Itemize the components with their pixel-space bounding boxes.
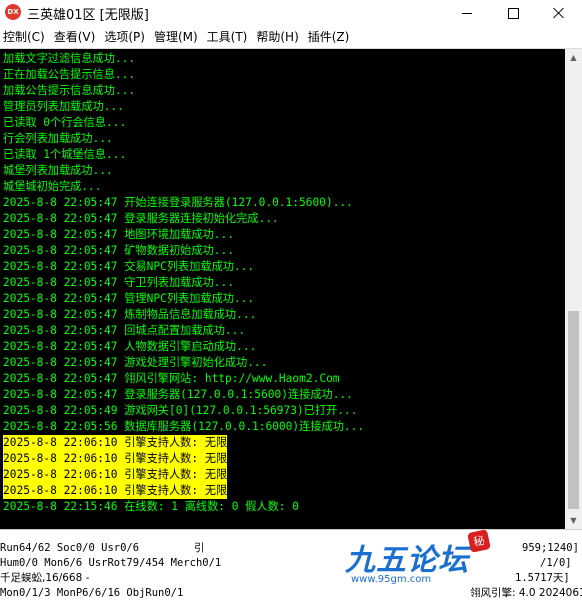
log-line: 2025-8-8 22:05:47 人物数据引擎启动成功... <box>3 340 257 353</box>
log-line-highlighted: 2025-8-8 22:06:10 引擎支持人数: 无限 <box>3 483 228 499</box>
window-title: 三英雄01区 [无限版] <box>27 8 149 23</box>
app-icon[interactable]: DX <box>5 4 21 20</box>
menu-tools[interactable]: 工具(T) <box>204 26 254 48</box>
vertical-scrollbar[interactable]: ▲ ▼ <box>565 49 582 529</box>
log-line-highlighted: 2025-8-8 22:06:10 引擎支持人数: 无限 <box>3 467 228 483</box>
menu-help[interactable]: 帮助(H) <box>253 26 304 48</box>
log-line: 加载公告提示信息成功... <box>3 84 136 97</box>
maximize-icon <box>507 7 519 19</box>
log-line: 2025-8-8 22:05:47 登录服务器(127.0.0.1:5600)连… <box>3 388 353 401</box>
log-line: 2025-8-8 22:05:47 交易NPC列表加载成功... <box>3 260 255 273</box>
status-monster-counts: Hum0/0 Mon6/6 UsrRot79/454 Merch0/1 <box>0 557 222 569</box>
maximize-button[interactable] <box>490 0 536 26</box>
menu-view[interactable]: 查看(V) <box>51 26 102 48</box>
status-run-counts: Run64/62 Soc0/0 Usr0/6 <box>0 542 140 554</box>
log-line: 管理员列表加载成功... <box>3 100 124 113</box>
title-bar: DX 三英雄01区 [无限版] <box>0 0 582 26</box>
watermark: 九五论坛 秘 www.95gm.com <box>345 529 581 595</box>
log-line: 已读取 0个行会信息... <box>3 116 127 129</box>
menu-plugins[interactable]: 插件(Z) <box>305 26 356 48</box>
log-line: 2025-8-8 22:05:47 地图环境加载成功... <box>3 228 234 241</box>
close-button[interactable] <box>536 0 582 26</box>
log-line: 2025-8-8 22:05:56 数据库服务器(127.0.0.1:6000)… <box>3 420 365 433</box>
menu-manage[interactable]: 管理(M) <box>151 26 204 48</box>
log-line: 2025-8-8 22:05:47 回城点配置加载成功... <box>3 324 246 337</box>
log-line: 加载文字过滤信息成功... <box>3 52 136 65</box>
log-line: 2025-8-8 22:05:47 管理NPC列表加载成功... <box>3 292 255 305</box>
menu-control[interactable]: 控制(C) <box>0 26 51 48</box>
status-monster-info: 千足蜈蚣,16/668 - <box>0 572 90 584</box>
watermark-logo: 九五论坛 <box>345 543 469 578</box>
minimize-icon <box>462 12 472 14</box>
log-line-highlighted: 2025-8-8 22:06:10 引擎支持人数: 无限 <box>3 451 228 467</box>
log-console[interactable]: 加载文字过滤信息成功... 正在加载公告提示信息... 加载公告提示信息成功... 管… <box>0 49 565 529</box>
menu-bar: 控制(C) 查看(V) 选项(P) 管理(M) 工具(T) 帮助(H) 插件(Z… <box>0 26 582 49</box>
watermark-url: www.95gm.com <box>351 574 432 585</box>
scroll-down-icon[interactable]: ▼ <box>565 512 582 529</box>
log-line: 2025-8-8 22:15:46 在线数: 1 离线数: 0 假人数: 0 <box>3 500 300 513</box>
log-line: 城堡城初始完成... <box>3 180 102 193</box>
log-line: 正在加载公告提示信息... <box>3 68 136 81</box>
close-icon <box>553 7 565 19</box>
log-line: 2025-8-8 22:05:47 守卫列表加载成功... <box>3 276 234 289</box>
log-line: 2025-8-8 22:05:47 登录服务器连接初始化完成... <box>3 212 279 225</box>
scroll-thumb[interactable] <box>568 311 579 509</box>
status-engine-label: 引 <box>194 542 205 554</box>
log-line: 2025-8-8 22:05:47 矿物数据初始成功... <box>3 244 234 257</box>
log-line: 2025-8-8 22:05:49 游戏网关[0](127.0.0.1:5697… <box>3 404 358 417</box>
log-line-highlighted: 2025-8-8 22:06:10 引擎支持人数: 无限 <box>3 435 228 451</box>
log-line: 2025-8-8 22:05:47 炼制物品信息加载成功... <box>3 308 257 321</box>
status-object-counts: Mon0/1/3 MonP6/6/16 ObjRun0/1 <box>0 587 184 599</box>
minimize-button[interactable] <box>444 0 490 26</box>
log-line: 已读取 1个城堡信息... <box>3 148 127 161</box>
watermark-seal: 秘 <box>467 529 491 553</box>
log-line: 行会列表加载成功... <box>3 132 113 145</box>
log-line: 城堡列表加载成功... <box>3 164 113 177</box>
log-line: 2025-8-8 22:05:47 开始连接登录服务器(127.0.0.1:56… <box>3 196 353 209</box>
log-line: 2025-8-8 22:05:47 游戏处理引擎初始化成功... <box>3 356 268 369</box>
scroll-up-icon[interactable]: ▲ <box>565 49 582 66</box>
log-line: 2025-8-8 22:05:47 翎风引擎网站: http://www.Hao… <box>3 372 340 385</box>
menu-options[interactable]: 选项(P) <box>101 26 151 48</box>
